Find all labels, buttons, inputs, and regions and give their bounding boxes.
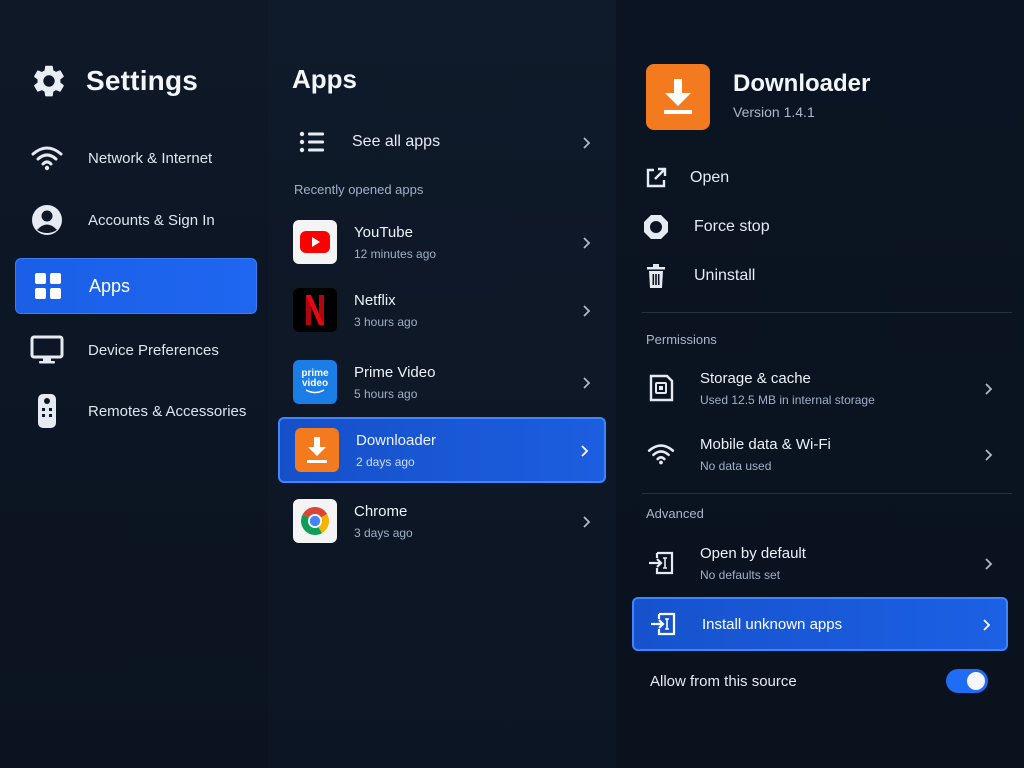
force-stop-button[interactable]: Force stop [642, 207, 770, 247]
sidebar-item-remotes[interactable]: Remotes & Accessories [15, 383, 257, 439]
storage-icon [646, 373, 676, 403]
settings-header: Settings [30, 62, 198, 100]
netflix-icon [293, 288, 337, 332]
chevron-right-icon [580, 376, 592, 389]
install-unknown-apps-item[interactable]: Install unknown apps [632, 597, 1008, 651]
app-row-netflix[interactable]: Netflix 3 hours ago [278, 277, 606, 343]
open-default-icon [646, 548, 676, 578]
sidebar-item-apps[interactable]: Apps [15, 258, 257, 314]
see-all-apps-label: See all apps [352, 133, 441, 150]
chevron-right-icon [982, 448, 994, 461]
app-row-prime-video[interactable]: prime video Prime Video 5 hours ago [278, 349, 606, 415]
wifi-icon [646, 439, 676, 469]
setting-description: Used 12.5 MB in internal storage [700, 392, 875, 407]
open-external-icon [642, 164, 670, 192]
chevron-right-icon [578, 444, 590, 457]
sidebar-item-label: Apps [89, 275, 131, 296]
open-by-default-item[interactable]: Open by default No defaults set [632, 535, 1008, 591]
allow-from-source-toggle[interactable] [946, 669, 988, 693]
downloader-app-icon [646, 64, 710, 130]
settings-title: Settings [86, 65, 199, 96]
app-row-downloader[interactable]: Downloader 2 days ago [278, 417, 606, 483]
open-button[interactable]: Open [642, 158, 729, 198]
app-row-youtube[interactable]: YouTube 12 minutes ago [278, 209, 606, 275]
setting-name: Install unknown apps [702, 615, 843, 633]
uninstall-button[interactable]: Uninstall [642, 256, 755, 296]
gear-icon [30, 62, 68, 100]
setting-description: No data used [700, 458, 772, 473]
install-icon [648, 609, 678, 639]
chevron-right-icon [980, 618, 992, 631]
divider [642, 493, 1012, 494]
sidebar-item-network[interactable]: Network & Internet [15, 130, 257, 186]
prime-video-logo-text: video [301, 378, 329, 389]
app-name: Downloader [356, 431, 437, 449]
sidebar-item-label: Device Preferences [88, 341, 219, 359]
permissions-section-label: Permissions [646, 332, 717, 347]
chevron-right-icon [580, 515, 592, 528]
app-last-opened: 12 minutes ago [354, 246, 437, 261]
app-last-opened: 3 hours ago [354, 314, 418, 329]
app-version: Version 1.4.1 [733, 104, 815, 120]
setting-name: Storage & cache [700, 369, 811, 387]
sidebar-item-accounts[interactable]: Accounts & Sign In [15, 192, 257, 248]
chevron-right-icon [580, 236, 592, 249]
setting-name: Open by default [700, 544, 806, 562]
youtube-icon [293, 220, 337, 264]
setting-name: Mobile data & Wi-Fi [700, 435, 831, 453]
sidebar-item-device-preferences[interactable]: Device Preferences [15, 322, 257, 378]
app-name: Netflix [354, 291, 396, 309]
app-row-chrome[interactable]: Chrome 3 days ago [278, 488, 606, 554]
toggle-label: Allow from this source [650, 672, 797, 690]
monitor-icon [29, 332, 65, 368]
sidebar-item-label: Remotes & Accessories [88, 402, 247, 420]
setting-description: No defaults set [700, 567, 781, 582]
apps-panel: Apps See all apps Recently opened apps Y… [268, 0, 616, 768]
settings-sidebar: Settings Network & Internet Accounts & S… [0, 0, 268, 768]
app-detail-name: Downloader [733, 70, 871, 97]
page-title: Apps [292, 64, 357, 94]
action-label: Open [690, 169, 730, 186]
action-label: Uninstall [694, 267, 756, 284]
wifi-icon [29, 140, 65, 176]
list-icon [298, 128, 326, 156]
downloader-icon [295, 428, 339, 472]
chevron-right-icon [982, 557, 994, 570]
stop-icon [642, 213, 670, 241]
recent-apps-label: Recently opened apps [294, 182, 424, 197]
app-name: Chrome [354, 502, 408, 520]
mobile-data-wifi-item[interactable]: Mobile data & Wi-Fi No data used [632, 426, 1008, 482]
apps-grid-icon [30, 268, 66, 304]
app-last-opened: 3 days ago [354, 525, 413, 540]
account-icon [29, 202, 65, 238]
prime-video-icon: prime video [293, 360, 337, 404]
trash-icon [642, 262, 670, 290]
app-last-opened: 2 days ago [356, 454, 415, 469]
divider [642, 312, 1012, 313]
chevron-right-icon [580, 304, 592, 317]
allow-from-source-row: Allow from this source [650, 666, 988, 696]
advanced-section-label: Advanced [646, 506, 704, 521]
chevron-right-icon [580, 136, 592, 149]
app-name: YouTube [354, 223, 413, 241]
app-detail-panel: Downloader Version 1.4.1 Open Force stop… [616, 0, 1024, 768]
app-last-opened: 5 hours ago [354, 386, 418, 401]
remote-icon [29, 393, 65, 429]
toggle-knob [967, 672, 985, 690]
sidebar-item-label: Accounts & Sign In [88, 211, 215, 229]
storage-cache-item[interactable]: Storage & cache Used 12.5 MB in internal… [632, 360, 1008, 416]
action-label: Force stop [694, 218, 770, 235]
sidebar-item-label: Network & Internet [88, 149, 213, 167]
see-all-apps-button[interactable]: See all apps [278, 120, 606, 164]
app-name: Prime Video [354, 363, 436, 381]
chevron-right-icon [982, 382, 994, 395]
chrome-icon [293, 499, 337, 543]
